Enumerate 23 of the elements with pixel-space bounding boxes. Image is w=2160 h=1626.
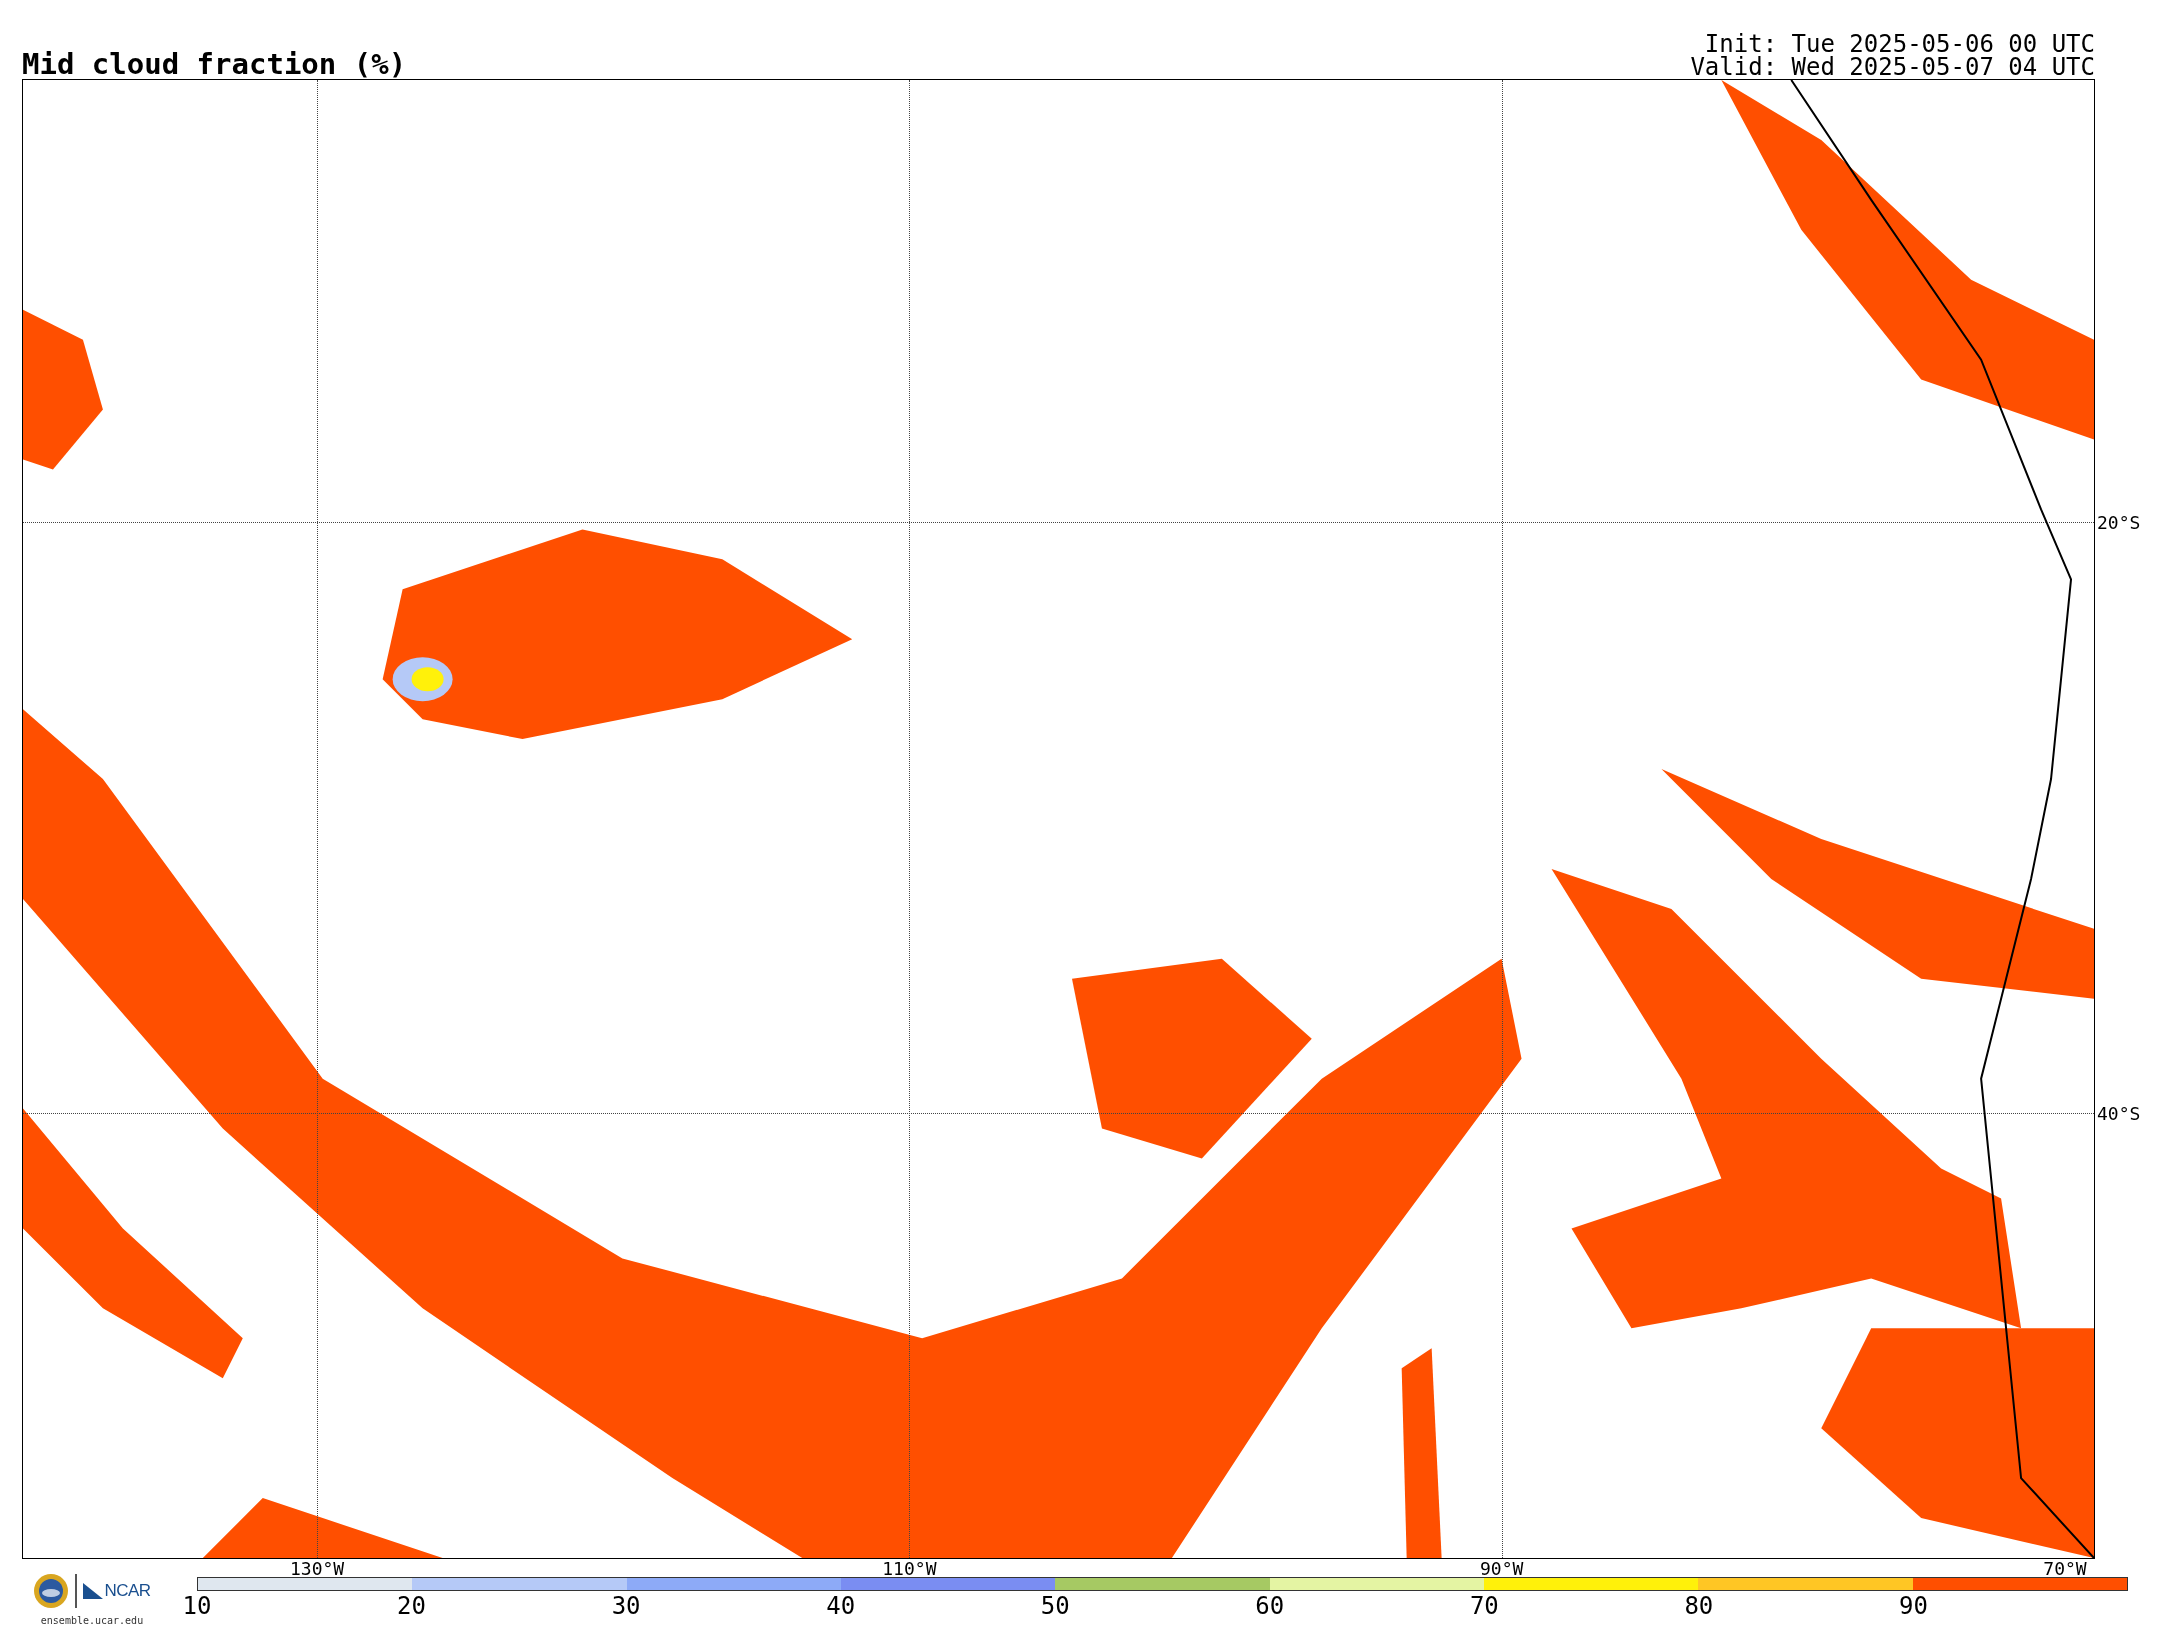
seal-logo-icon	[33, 1573, 70, 1609]
longitude-label: 130°W	[290, 1558, 345, 1578]
longitude-label: 90°W	[1480, 1558, 1524, 1578]
colorbar-tick-label: 70	[1469, 1594, 1499, 1618]
colorbar-tick-label: 40	[826, 1594, 856, 1618]
run-time-label: Init: Tue 2025-05-06 00 UTC	[1704, 33, 2095, 56]
chart-title: Mid cloud fraction (%)	[22, 50, 407, 79]
colorbar-tick-label: 30	[611, 1594, 641, 1618]
logo-text: NCAR	[104, 1581, 151, 1601]
ncar-logo-icon	[83, 1583, 104, 1599]
website-label: ensemble.ucar.edu	[40, 1615, 144, 1626]
colorbar-tick-label: 20	[397, 1594, 426, 1618]
colorbar-tick-label: 10	[182, 1594, 212, 1618]
colorbar-tick-label: 60	[1255, 1594, 1285, 1618]
colorbar-tick-label: 80	[1684, 1594, 1714, 1618]
colorbar-tick-label: 50	[1040, 1594, 1070, 1618]
latitude-label: 20°S	[2096, 511, 2141, 533]
divider-icon	[75, 1574, 78, 1608]
longitude-label: 70°W	[2043, 1558, 2087, 1578]
colorbar-tick-label: 90	[1899, 1594, 1928, 1618]
run-time-label: Valid: Wed 2025-05-07 04 UTC	[1690, 56, 2095, 79]
longitude-label: 110°W	[882, 1558, 937, 1578]
latitude-label: 40°S	[2096, 1102, 2141, 1124]
